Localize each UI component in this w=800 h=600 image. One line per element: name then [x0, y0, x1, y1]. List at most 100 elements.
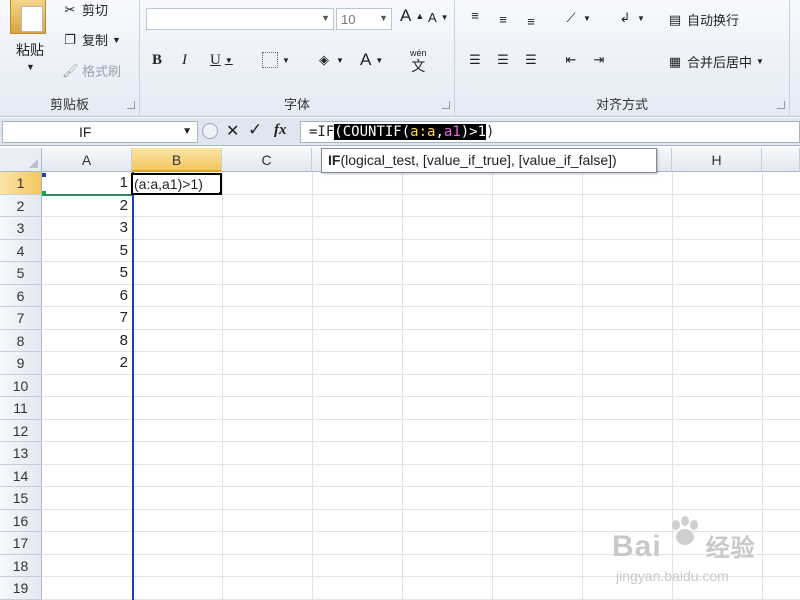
column-gridline — [582, 172, 583, 600]
shrink-font-button[interactable]: A ▼ — [428, 10, 449, 25]
italic-button[interactable]: I — [182, 52, 187, 69]
increase-indent-icon: ⇥ — [593, 52, 605, 67]
phonetic-pinyin: wén — [410, 48, 427, 58]
underline-button[interactable]: U ▼ — [210, 52, 233, 69]
row-header-12[interactable]: 12 — [0, 419, 42, 442]
increase-indent-button[interactable]: ⇥ — [591, 52, 607, 68]
row-header-5[interactable]: 5 — [0, 262, 42, 285]
insert-function-icon[interactable]: fx — [274, 122, 287, 139]
fill-color-button[interactable]: ◈ ▼ — [316, 52, 344, 68]
row-header-18[interactable]: 18 — [0, 554, 42, 577]
row-header-19[interactable]: 19 — [0, 577, 42, 600]
row-header-2[interactable]: 2 — [0, 194, 42, 217]
align-middle-icon: ≡ — [499, 12, 507, 27]
font-name-select[interactable]: ▼ — [146, 8, 334, 30]
enter-icon[interactable]: ✓ — [248, 120, 262, 140]
paste-label: 粘贴 — [16, 42, 44, 58]
row-header-1[interactable]: 1 — [0, 172, 42, 195]
format-painter-label: 格式刷 — [82, 64, 122, 79]
phonetic-icon: 文 — [411, 58, 426, 74]
clipboard-group-title: 剪贴板 — [49, 97, 89, 112]
formula-selected-close: )>1 — [460, 124, 487, 140]
cell-a7[interactable]: 7 — [42, 307, 131, 329]
tooltip-function-name[interactable]: IF — [328, 152, 340, 168]
cell-a5[interactable]: 5 — [42, 262, 131, 284]
row-header-7[interactable]: 7 — [0, 307, 42, 330]
row-header-14[interactable]: 14 — [0, 464, 42, 487]
chevron-down-icon[interactable]: ▼ — [182, 126, 192, 137]
range-handle-top — [42, 173, 46, 177]
clipboard-launcher-icon[interactable] — [127, 101, 135, 109]
bold-button[interactable]: B — [152, 52, 162, 69]
orientation-button[interactable]: ⟋ ▼ — [563, 10, 590, 26]
cut-label: 剪切 — [82, 3, 109, 18]
align-right-icon: ☰ — [525, 52, 537, 67]
paste-dropdown-icon[interactable]: ▼ — [26, 62, 35, 72]
watermark-url: jingyan.baidu.com — [616, 568, 729, 584]
paste-button[interactable]: 粘贴 ▼ — [4, 0, 54, 90]
cut-button[interactable]: ✂ 剪切 — [62, 0, 108, 19]
align-right-button[interactable]: ☰ — [523, 52, 539, 68]
cancel-icon[interactable]: ✕ — [226, 121, 239, 141]
active-cell-b1-editor[interactable]: (a:a,a1)>1) — [131, 173, 222, 195]
row-header-8[interactable]: 8 — [0, 329, 42, 352]
row-header-13[interactable]: 13 — [0, 442, 42, 465]
indent-button[interactable]: ↲ ▼ — [617, 10, 645, 26]
cell-a1[interactable]: 1 — [42, 172, 131, 194]
format-painter-button[interactable]: 🖌 格式刷 — [62, 61, 121, 80]
copy-dropdown-icon[interactable]: ▼ — [112, 35, 121, 45]
select-all-corner[interactable] — [0, 148, 42, 172]
shrink-font-icon: A — [428, 10, 437, 25]
cell-a2[interactable]: 2 — [42, 195, 131, 217]
cell-a8[interactable]: 8 — [42, 330, 131, 352]
font-launcher-icon[interactable] — [442, 101, 450, 109]
chevron-down-icon: ▼ — [282, 55, 290, 65]
cell-a3[interactable]: 3 — [42, 217, 131, 239]
row-header-4[interactable]: 4 — [0, 239, 42, 262]
decrease-indent-button[interactable]: ⇤ — [563, 52, 579, 68]
copy-icon: ❐ — [64, 31, 76, 47]
name-box[interactable]: IF ▼ — [2, 121, 198, 143]
column-header-c[interactable]: C — [222, 148, 312, 172]
align-top-button[interactable]: ≡ — [467, 8, 483, 24]
phonetic-button[interactable]: wén 文 — [410, 48, 427, 74]
align-center-button[interactable]: ☰ — [495, 52, 511, 68]
cell-a6[interactable]: 6 — [42, 285, 131, 307]
italic-label: I — [182, 52, 187, 68]
row-header-6[interactable]: 6 — [0, 284, 42, 307]
formula-range-ref: a:a — [410, 124, 436, 140]
wrap-text-icon: ▤ — [668, 11, 682, 27]
formula-prefix: =IF — [309, 124, 335, 140]
wrap-text-button[interactable]: ▤ 自动换行 — [667, 10, 739, 29]
row-gridline — [42, 441, 800, 442]
chevron-down-icon: ▼ — [375, 55, 384, 65]
row-gridline — [42, 486, 800, 487]
font-size-select[interactable]: 10 ▼ — [336, 8, 392, 30]
copy-button[interactable]: ❐ 复制 ▼ — [62, 30, 121, 49]
font-color-button[interactable]: A ▼ — [360, 50, 383, 70]
alignment-launcher-icon[interactable] — [777, 101, 785, 109]
row-header-9[interactable]: 9 — [0, 352, 42, 375]
column-header-a[interactable]: A — [42, 148, 132, 172]
font-color-icon: A — [360, 50, 372, 69]
column-header-b[interactable]: B — [132, 148, 222, 172]
cell-a4[interactable]: 5 — [42, 240, 131, 262]
row-header-16[interactable]: 16 — [0, 509, 42, 532]
row-header-3[interactable]: 3 — [0, 217, 42, 240]
column-header-i[interactable] — [762, 148, 800, 172]
align-bottom-button[interactable]: ≡ — [523, 14, 539, 30]
row-header-17[interactable]: 17 — [0, 532, 42, 555]
grow-font-button[interactable]: A ▲ — [400, 6, 424, 26]
clipboard-group: 粘贴 ▼ ✂ 剪切 ❐ 复制 ▼ 🖌 格式刷 剪贴板 — [0, 0, 140, 117]
row-header-15[interactable]: 15 — [0, 487, 42, 510]
align-left-button[interactable]: ☰ — [467, 52, 483, 68]
column-gridline — [222, 172, 223, 600]
column-header-h[interactable]: H — [672, 148, 762, 172]
align-middle-button[interactable]: ≡ — [495, 12, 511, 28]
cell-a9[interactable]: 2 — [42, 352, 131, 374]
formula-input[interactable]: =IF(COUNTIF(a:a,a1)>1) — [300, 121, 800, 143]
borders-button[interactable]: ▼ — [262, 52, 290, 68]
merge-center-button[interactable]: ▦ 合并后居中 ▼ — [667, 52, 764, 71]
row-header-10[interactable]: 10 — [0, 374, 42, 397]
row-header-11[interactable]: 11 — [0, 397, 42, 420]
